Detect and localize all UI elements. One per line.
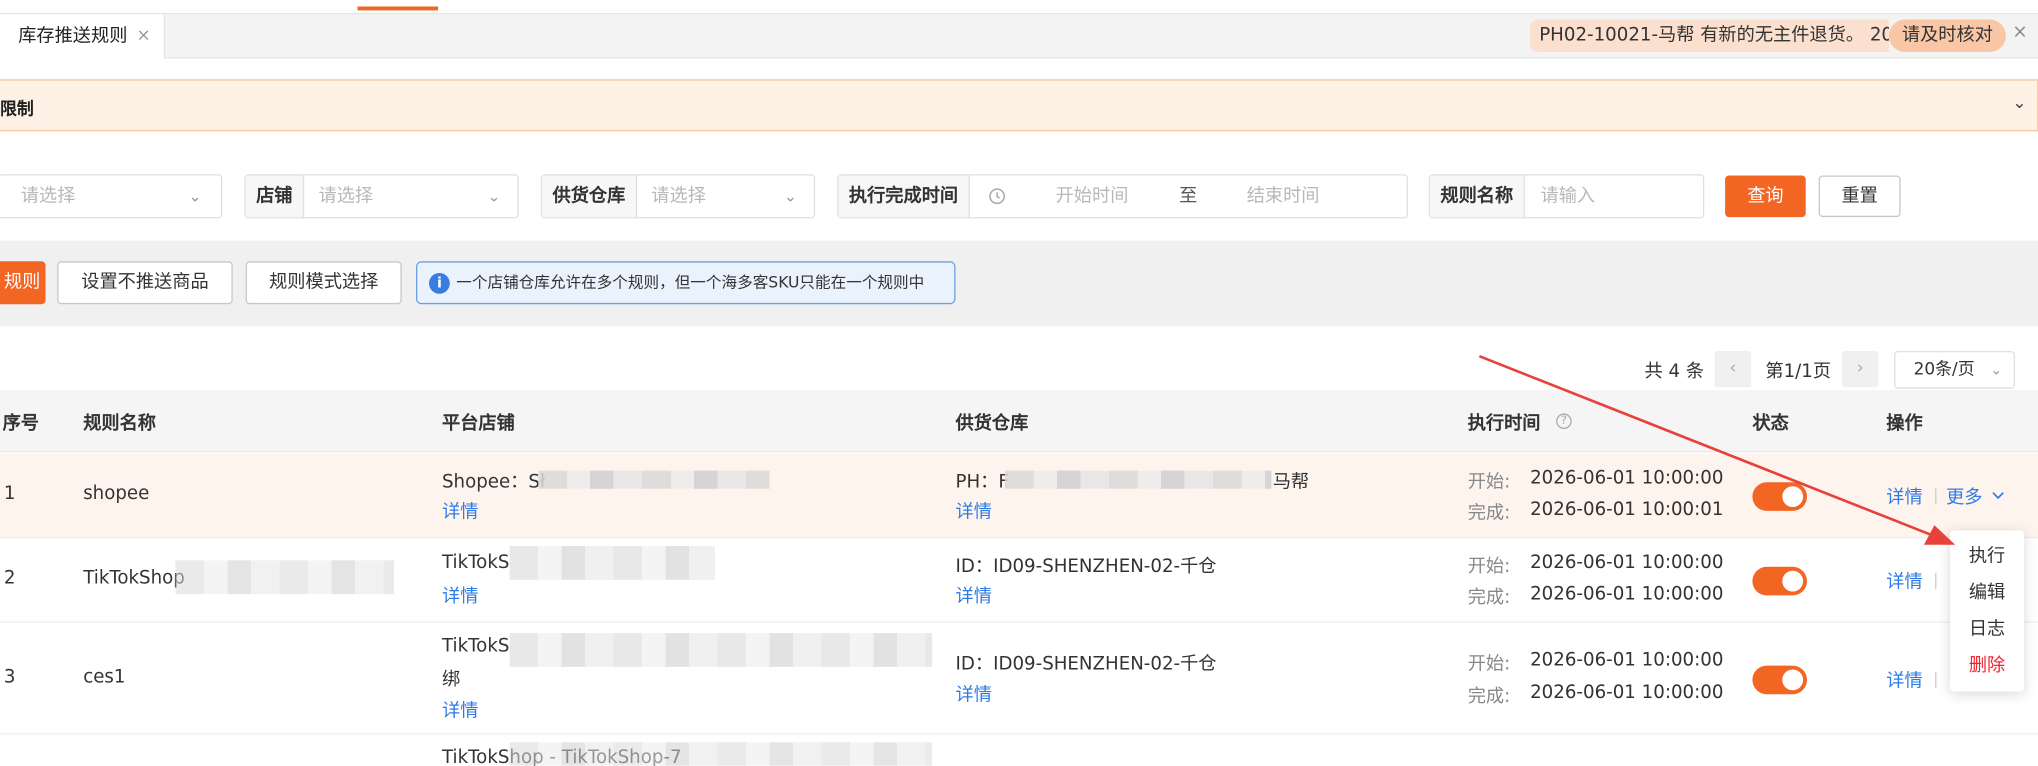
annotation-arrow-icon [1478,354,1956,545]
